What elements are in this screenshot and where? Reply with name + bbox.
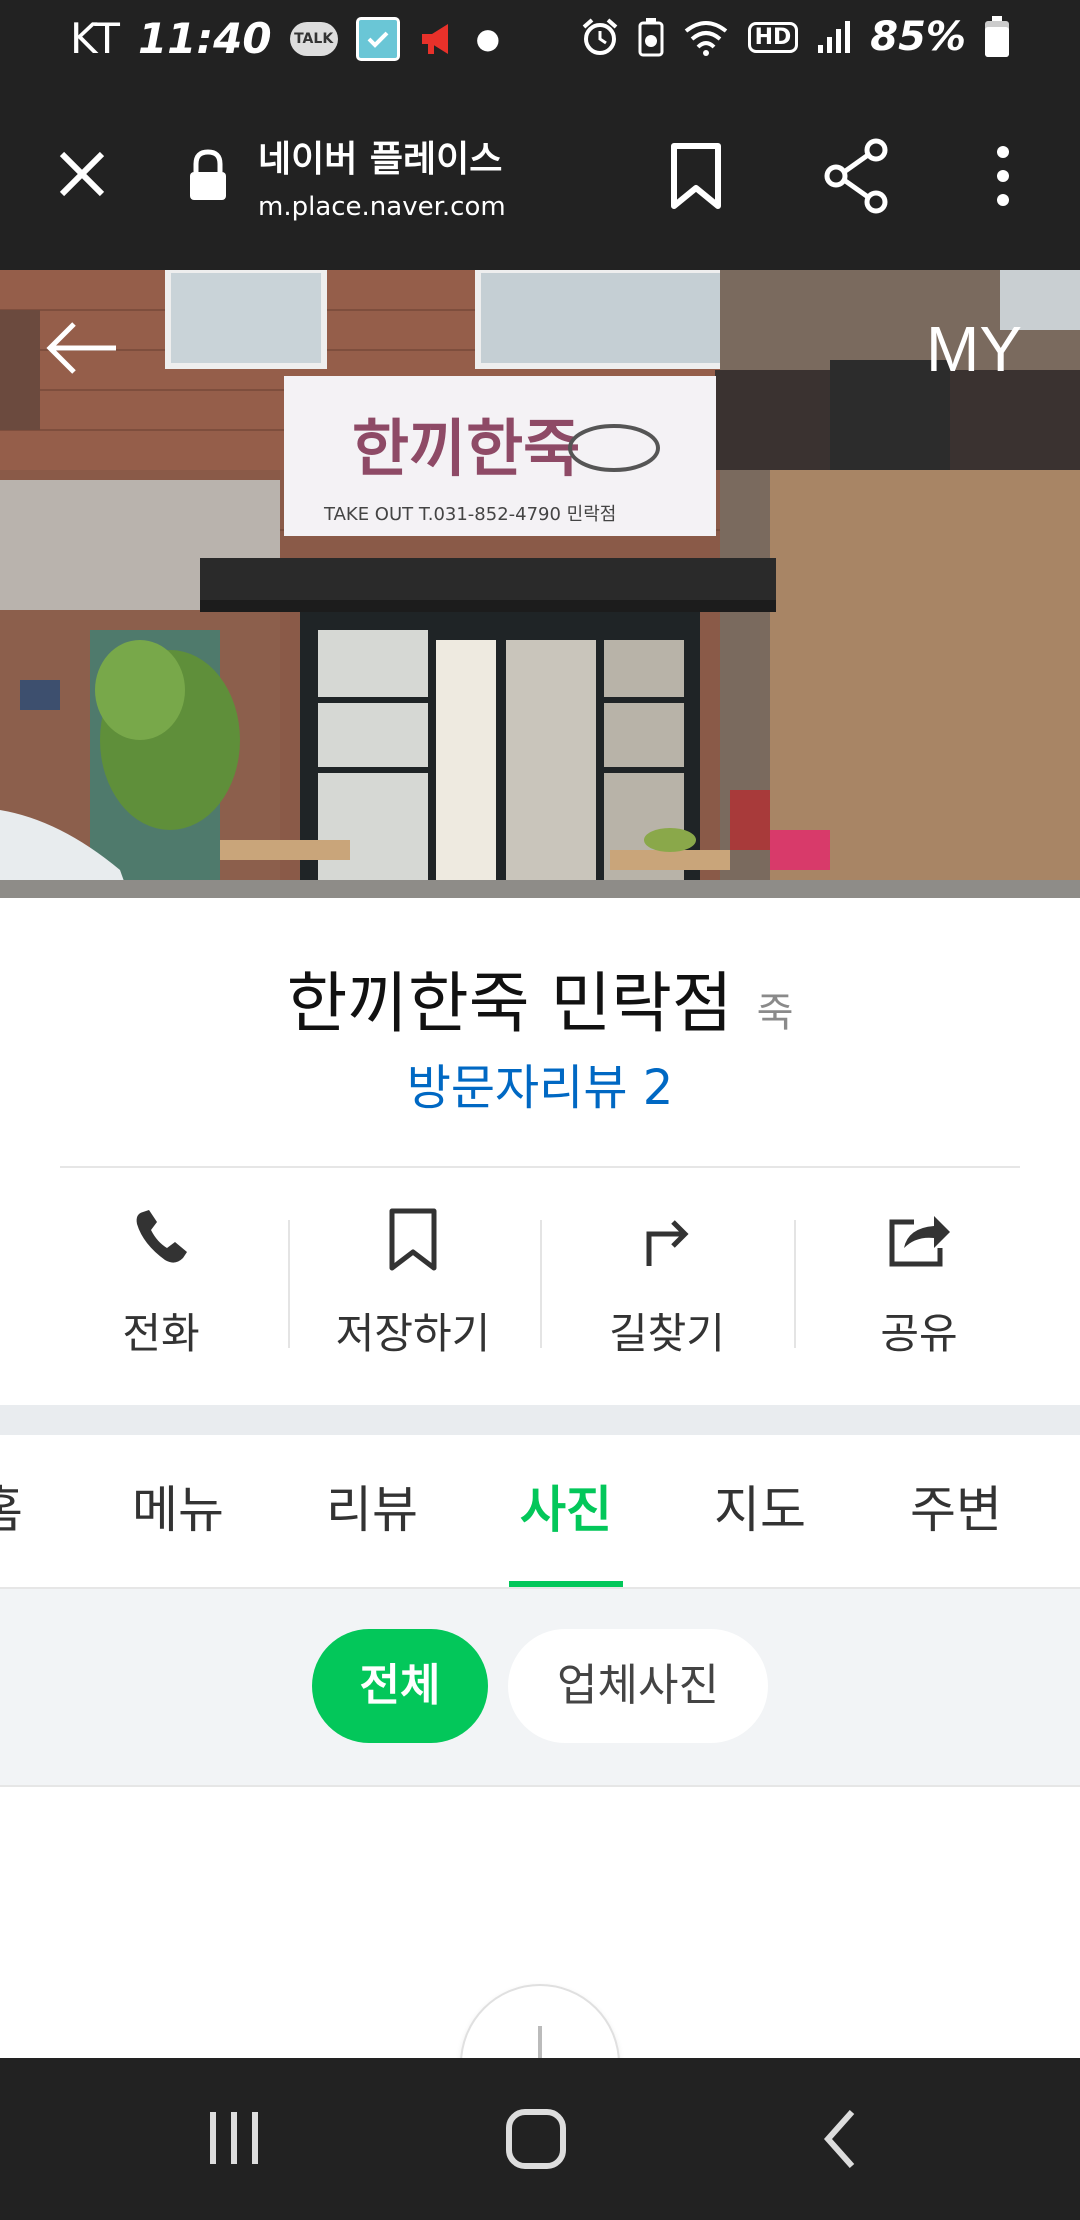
lock-icon xyxy=(186,148,230,204)
directions-icon xyxy=(639,1208,695,1272)
storefront-photo[interactable]: 한끼한죽 TAKE OUT T.031-852-4790 민락점 MY xyxy=(0,270,1080,898)
place-tabs: 홈 메뉴 리뷰 사진 지도 주변 xyxy=(0,1435,1080,1589)
section-separator xyxy=(0,1405,1080,1435)
phone-icon xyxy=(131,1208,191,1272)
storefront-illustration: 한끼한죽 TAKE OUT T.031-852-4790 민락점 xyxy=(0,270,1080,898)
visitor-review-link[interactable]: 방문자리뷰 2 xyxy=(0,1048,1080,1118)
site-title: 네이버 플레이스 xyxy=(258,139,503,180)
browser-toolbar: 네이버 플레이스 m.place.naver.com xyxy=(0,80,1080,270)
save-label: 저장하기 xyxy=(335,1309,491,1358)
wifi-icon xyxy=(682,17,730,57)
talk-icon: TALK xyxy=(289,21,338,56)
place-name: 한끼한죽 민락점 xyxy=(286,965,733,1042)
back-icon[interactable] xyxy=(820,2108,860,2170)
back-arrow-icon[interactable] xyxy=(44,318,120,378)
alarm-icon xyxy=(580,17,620,57)
status-bar: KT 11:40 TALK ● HD 85% xyxy=(0,0,1080,80)
recent-apps-icon[interactable] xyxy=(206,2110,262,2166)
tab-menu[interactable]: 메뉴 xyxy=(118,1435,238,1587)
save-button[interactable]: 저장하기 xyxy=(286,1200,540,1370)
talk-label: TALK xyxy=(294,30,334,47)
divider xyxy=(60,1166,1020,1168)
share-icon xyxy=(886,1208,952,1272)
system-nav-bar xyxy=(0,2058,1080,2220)
place-category: 죽 xyxy=(756,990,794,1036)
my-button[interactable]: MY xyxy=(926,312,1022,386)
signal-icon xyxy=(816,19,852,55)
filter-business-photos-chip[interactable]: 업체사진 xyxy=(508,1629,768,1743)
tab-review[interactable]: 리뷰 xyxy=(312,1435,432,1587)
tab-nearby[interactable]: 주변 xyxy=(896,1435,1016,1587)
place-header: 한끼한죽 민락점 죽 xyxy=(0,950,1080,1046)
more-options-icon[interactable] xyxy=(988,142,1018,212)
share-icon[interactable] xyxy=(822,138,892,214)
clock-time: 11:40 xyxy=(137,14,272,63)
tab-map[interactable]: 지도 xyxy=(700,1435,820,1587)
close-icon[interactable] xyxy=(52,144,112,204)
tab-photo[interactable]: 사진 xyxy=(506,1435,626,1587)
site-url[interactable]: m.place.naver.com xyxy=(258,192,506,222)
home-icon[interactable] xyxy=(505,2108,567,2170)
sign-name: 한끼한죽 xyxy=(352,412,580,485)
share-label: 공유 xyxy=(880,1309,958,1358)
active-tab-indicator xyxy=(509,1581,623,1587)
megaphone-icon xyxy=(418,22,458,56)
tab-home[interactable]: 홈 xyxy=(0,1435,30,1587)
call-label: 전화 xyxy=(122,1309,200,1358)
call-button[interactable]: 전화 xyxy=(34,1200,288,1370)
share-button[interactable]: 공유 xyxy=(792,1200,1046,1370)
battery-percent: 85% xyxy=(870,14,966,60)
battery-icon xyxy=(984,16,1010,58)
directions-button[interactable]: 길찾기 xyxy=(540,1200,794,1370)
dot-icon: ● xyxy=(475,22,501,55)
hd-badge: HD xyxy=(747,21,799,53)
sign-subtext: TAKE OUT T.031-852-4790 민락점 xyxy=(323,504,616,525)
bookmark-icon xyxy=(388,1208,438,1276)
filter-all-chip[interactable]: 전체 xyxy=(312,1629,488,1743)
photo-filter-bar: 전체 업체사진 xyxy=(0,1589,1080,1787)
checklist-icon xyxy=(355,16,400,61)
battery-saver-icon xyxy=(638,17,664,57)
carrier-label: KT xyxy=(70,14,120,63)
bookmark-icon[interactable] xyxy=(668,142,724,210)
directions-label: 길찾기 xyxy=(609,1309,725,1358)
